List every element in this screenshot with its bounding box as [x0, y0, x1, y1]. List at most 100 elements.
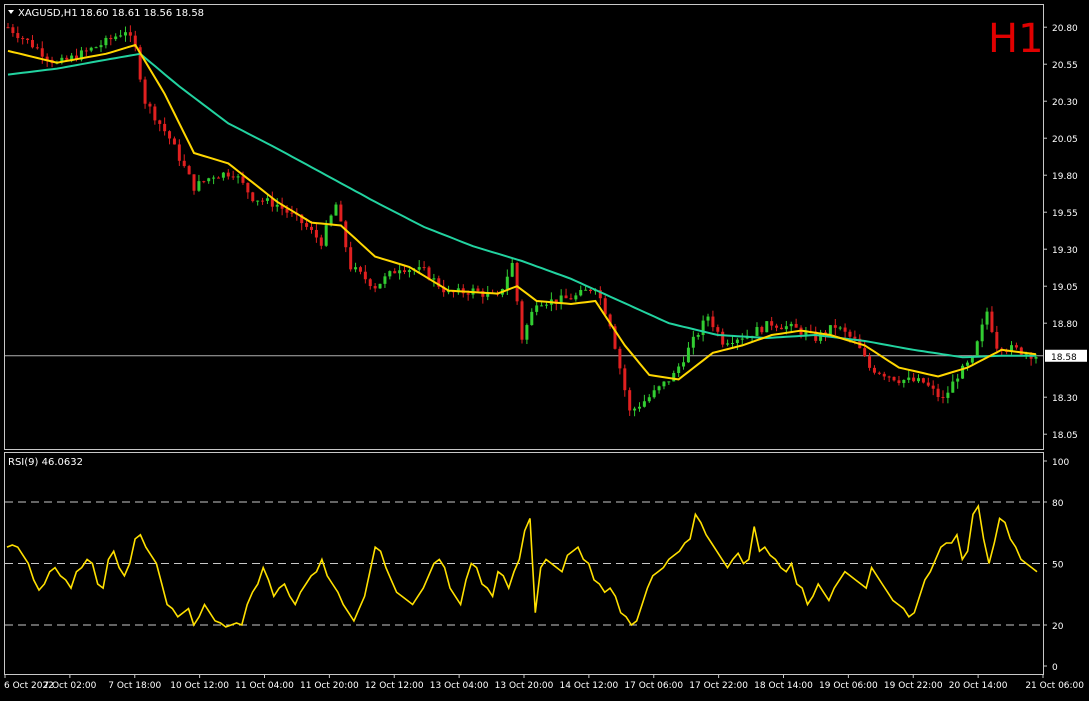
candle-body: [119, 35, 123, 37]
candle-body: [148, 103, 152, 107]
candle-body: [716, 327, 720, 332]
candle-body: [779, 327, 783, 330]
candle-body: [540, 305, 544, 307]
candle-body: [26, 38, 30, 41]
candle-body: [589, 289, 593, 292]
candle-body: [11, 27, 15, 34]
candle-body: [383, 276, 387, 284]
time-tick-label: 11 Oct 20:00: [300, 681, 359, 691]
candle-body: [838, 327, 842, 329]
candle-body: [40, 48, 44, 57]
candle-body: [510, 262, 514, 277]
rsi-label: RSI(9) 46.0632: [8, 457, 83, 468]
time-tick-label: 19 Oct 22:00: [884, 681, 943, 691]
time-tick-label: 10 Oct 12:00: [170, 681, 229, 691]
candle-body: [706, 316, 710, 321]
candle-body: [393, 271, 397, 274]
candle-body: [912, 377, 916, 382]
candle-body: [207, 178, 211, 182]
candle-body: [921, 378, 925, 383]
candle-body: [373, 286, 377, 289]
candle-body: [667, 381, 671, 383]
candle-body: [1019, 347, 1023, 355]
candle-body: [956, 378, 960, 382]
candle-body: [872, 367, 876, 373]
candle-body: [422, 267, 426, 269]
candle-body: [544, 304, 548, 306]
rsi-panel-frame: [4, 452, 1044, 675]
price-tick-label: 20.80: [1052, 24, 1078, 34]
time-tick-label: 18 Oct 14:00: [754, 681, 813, 691]
candle-body: [256, 200, 260, 202]
candle-body: [677, 366, 681, 374]
candle-body: [466, 293, 470, 295]
candle-body: [123, 32, 127, 36]
candle-body: [177, 144, 181, 161]
candle-body: [319, 237, 323, 246]
candle-body: [114, 36, 118, 40]
current-price-label: 18.58: [1051, 353, 1077, 363]
rsi-line: [6, 503, 1038, 628]
candle-body: [633, 408, 637, 411]
rsi-series: 100 80 50 20 0: [5, 458, 1069, 673]
candle-body: [153, 106, 157, 121]
ohlc-values: 18.60 18.61 18.56 18.58: [80, 8, 204, 19]
chart-canvas[interactable]: 20.80 20.55 20.30 20.05 19.80 19.55 19.30 19.05…: [0, 0, 1089, 697]
candle-body: [535, 305, 539, 312]
candle-body: [212, 177, 216, 179]
candle-body: [628, 390, 632, 411]
candle-body: [265, 198, 269, 201]
candle-body: [936, 388, 940, 398]
candle-body: [403, 270, 407, 273]
candle-body: [584, 289, 588, 291]
price-tick-label: 20.05: [1052, 135, 1078, 145]
price-tick-label: 20.30: [1052, 98, 1078, 108]
candle-body: [892, 376, 896, 381]
candle-body: [354, 267, 358, 270]
candle-body: [187, 166, 191, 175]
candle-body: [16, 33, 20, 39]
time-axis: 6 Oct 20227 Oct 02:00 7 Oct 18:00 10 Oct 1…: [4, 674, 1084, 691]
candle-body: [525, 325, 529, 340]
candle-body: [241, 176, 245, 183]
candle-body: [961, 365, 965, 379]
candle-body: [794, 323, 798, 328]
candle-body: [657, 386, 661, 391]
candle-body: [1034, 357, 1038, 359]
trading-chart-window: 20.80 20.55 20.30 20.05 19.80 19.55 19.30 19.05…: [0, 0, 1089, 697]
candle-body: [868, 356, 872, 368]
candle-body: [603, 298, 607, 315]
candle-body: [476, 288, 480, 292]
candle-body: [515, 262, 519, 302]
candle-body: [109, 37, 113, 40]
price-tick-label: 19.05: [1052, 283, 1078, 293]
candle-body: [314, 229, 318, 238]
candle-body: [931, 385, 935, 389]
candle-body: [569, 298, 573, 300]
time-tick-label: 17 Oct 06:00: [624, 681, 683, 691]
price-tick-label: 19.55: [1052, 209, 1078, 219]
candle-body: [530, 311, 534, 326]
candle-body: [775, 325, 779, 328]
price-tick-label: 18.05: [1052, 431, 1078, 441]
time-tick-label: 21 Oct 06:00: [1025, 681, 1084, 691]
candle-body: [324, 225, 328, 246]
candle-body: [902, 379, 906, 384]
candle-body: [980, 324, 984, 342]
candle-body: [828, 325, 832, 335]
rsi-tick-label: 80: [1052, 499, 1064, 509]
candle-body: [104, 37, 108, 46]
candle-body: [760, 327, 764, 333]
candle-body: [84, 50, 88, 52]
candle-body: [290, 212, 294, 214]
candle-body: [378, 283, 382, 289]
time-tick-label: 11 Oct 04:00: [235, 681, 294, 691]
candle-body: [897, 380, 901, 384]
time-tick-label: 20 Oct 14:00: [949, 681, 1008, 691]
candle-body: [951, 381, 955, 393]
symbol-dropdown-icon[interactable]: [8, 10, 14, 14]
candle-body: [647, 397, 651, 402]
candle-body: [853, 336, 857, 339]
candle-body: [246, 182, 250, 193]
candle-body: [995, 331, 999, 349]
